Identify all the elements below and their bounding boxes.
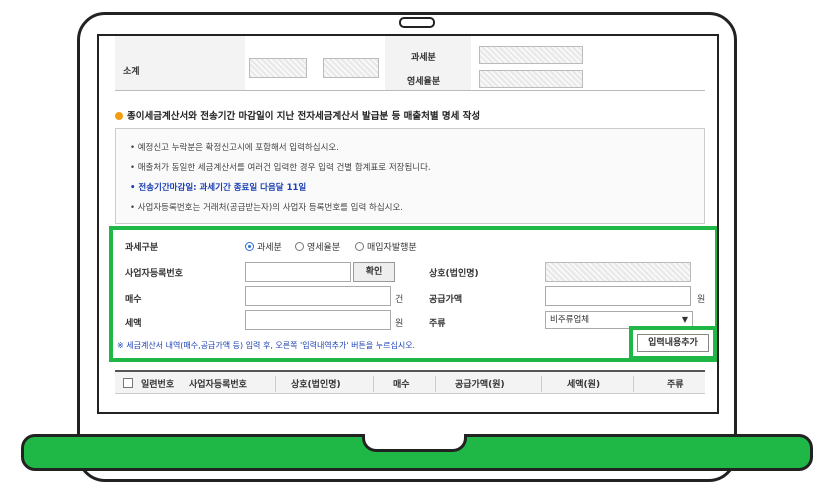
col-supply-amount: 공급가액(원) — [455, 380, 505, 390]
col-company-name: 상호(법인명) — [291, 380, 341, 390]
notice-line: • 매출처가 동일한 세금계산서를 여러건 입력한 경우 입력 건별 합계표로 … — [130, 163, 431, 173]
add-entry-button[interactable]: 입력내용추가 — [637, 334, 709, 352]
tax-unit: 원 — [395, 319, 404, 329]
section-title: 종이세금계산서와 전송기간 마감일이 지난 전자세금계산서 발급분 등 매출처별… — [115, 108, 480, 122]
zero-rated-amount-field — [479, 70, 583, 88]
business-no-label: 사업자등록번호 — [125, 269, 183, 279]
subtotal-amount-field — [323, 58, 379, 78]
supply-amount-label: 공급가액 — [429, 295, 463, 305]
screen: 소계 과세분 영세율분 종이세금계산서와 전송기간 마감일이 지난 전자세금계산… — [97, 34, 719, 414]
col-tax: 세액(원) — [567, 380, 601, 390]
bullet-icon — [115, 112, 123, 120]
tax-type-label: 과세구분 — [125, 243, 159, 253]
radio-icon — [295, 242, 304, 251]
col-count: 매수 — [393, 380, 410, 390]
summary-table: 소계 과세분 영세율분 — [115, 36, 705, 91]
supply-amount-input[interactable] — [545, 286, 691, 306]
add-button-highlight: 입력내용추가 — [629, 326, 717, 360]
count-label: 매수 — [125, 295, 142, 305]
radio-taxable[interactable]: 과세분 — [245, 240, 282, 253]
entry-form: 과세구분 과세분 영세율분 매입자발행분 사업자등록번호 확인 상호(법인명) … — [109, 226, 717, 362]
col-serial: 일련번호 — [141, 380, 175, 390]
col-business-no: 사업자등록번호 — [189, 380, 247, 390]
subtotal-label: 소계 — [123, 67, 140, 77]
tax-input[interactable] — [245, 310, 391, 330]
select-all-checkbox[interactable] — [123, 378, 133, 388]
company-name-label: 상호(법인명) — [429, 269, 479, 279]
confirm-button[interactable]: 확인 — [353, 262, 395, 282]
notice-deadline: • 전송기간마감일: 과세기간 종료일 다음달 11일 — [130, 183, 307, 193]
laptop-notch — [362, 434, 467, 452]
webcam-icon — [399, 17, 435, 28]
radio-selected-icon — [245, 242, 254, 251]
notice-line: • 사업자등록번호는 거래처(공급받는자)의 사업자 등록번호를 입력 하십시오… — [130, 203, 403, 213]
subtotal-count-field — [249, 58, 307, 78]
notice-line: • 예정신고 누락분은 확정신고시에 포함해서 입력하십시오. — [130, 143, 339, 153]
count-input[interactable] — [245, 286, 391, 306]
notice-box: • 예정신고 누락분은 확정신고시에 포함해서 입력하십시오. • 매출처가 동… — [115, 128, 705, 224]
zero-rated-label: 영세율분 — [407, 77, 441, 87]
form-note: ※ 세금계산서 내역(매수,공급가액 등) 입력 후, 오른쪽 '입력내역추가'… — [117, 341, 416, 350]
kind-label: 주류 — [429, 319, 446, 329]
count-unit: 건 — [395, 295, 404, 305]
entry-list-header: 일련번호 사업자등록번호 상호(법인명) 매수 공급가액(원) 세액(원) 주류 — [115, 370, 705, 394]
tax-label: 세액 — [125, 319, 142, 329]
supply-amount-unit: 원 — [697, 295, 706, 305]
business-no-input[interactable] — [245, 262, 351, 282]
company-name-field — [545, 262, 691, 282]
radio-icon — [355, 242, 364, 251]
radio-buyer-issued[interactable]: 매입자발행분 — [355, 240, 417, 253]
radio-zero-rated[interactable]: 영세율분 — [295, 240, 340, 253]
col-kind: 주류 — [667, 380, 684, 390]
taxable-label: 과세분 — [411, 53, 436, 63]
taxable-amount-field — [479, 46, 583, 64]
